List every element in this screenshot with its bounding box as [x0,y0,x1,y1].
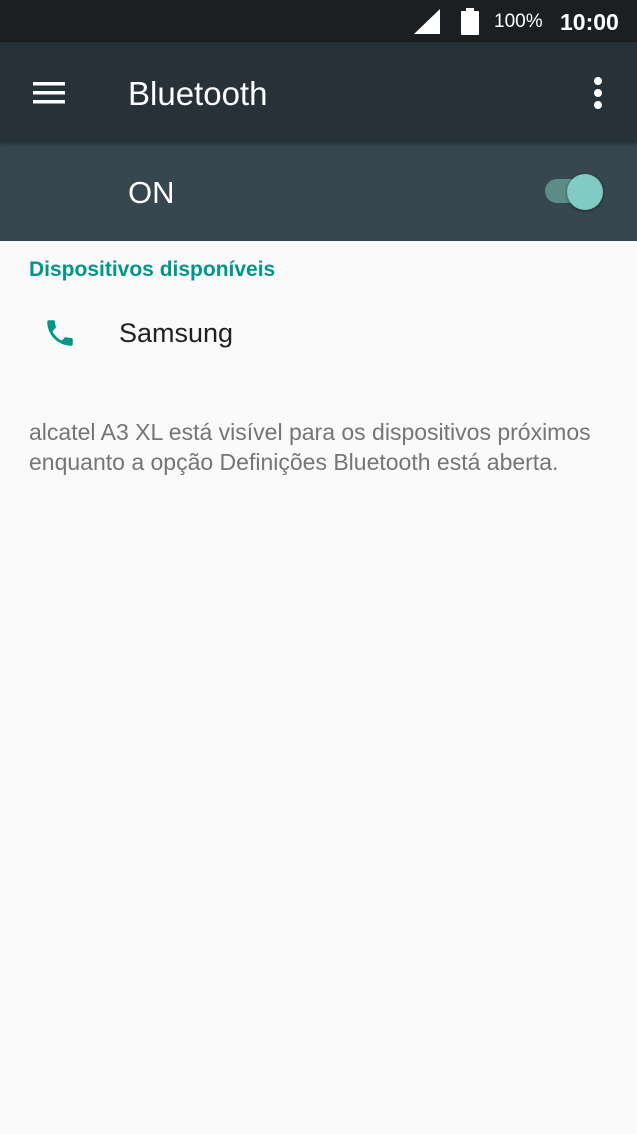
more-options-button[interactable] [578,68,618,120]
status-bar: 100% 10:00 [0,0,637,42]
bluetooth-master-switch[interactable]: ON [0,142,637,241]
device-item-samsung[interactable]: Samsung [0,296,637,372]
page-title: Bluetooth [128,75,268,112]
battery-percent: 100% [494,11,543,32]
phone-icon [43,316,77,350]
signal-icon [414,9,440,34]
menu-button[interactable] [22,68,78,116]
switch-state-label: ON [128,175,175,210]
battery-icon [461,8,479,35]
device-name: Samsung [119,318,234,348]
menu-icon [33,82,65,104]
status-clock: 10:00 [560,9,619,35]
visibility-note: alcatel A3 XL está visível para os dispo… [29,419,591,475]
available-devices-header: Dispositivos disponíveis [29,258,276,281]
toggle-switch[interactable] [567,174,603,210]
more-vert-icon [594,77,602,109]
app-bar: Bluetooth [0,42,637,142]
